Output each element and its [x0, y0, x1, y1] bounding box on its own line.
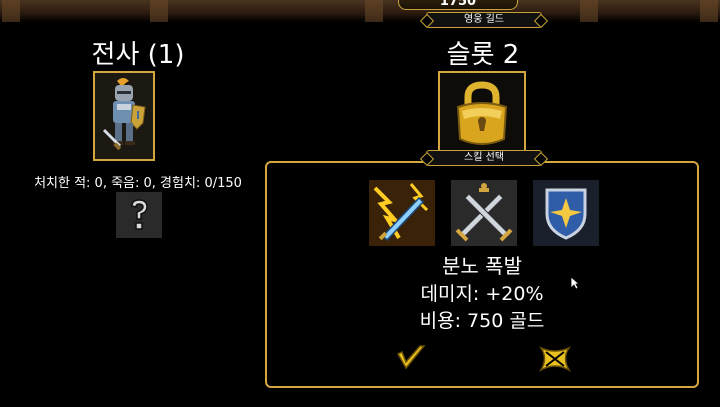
cross-icon: [538, 346, 572, 373]
slot-lock-frame[interactable]: [438, 71, 526, 159]
checkmark-icon: [396, 345, 426, 370]
hero-title: 전사 (1): [91, 40, 185, 70]
skill-select-banner: 스킬 선택: [426, 150, 542, 166]
cancel-button[interactable]: [538, 344, 572, 374]
knight-icon: [95, 73, 153, 159]
skill-crossed-swords[interactable]: [451, 180, 517, 246]
skill-effect: 데미지: +20%: [420, 283, 544, 305]
hero-portrait[interactable]: [93, 71, 155, 161]
padlock-icon: [440, 73, 524, 157]
confirm-button[interactable]: [394, 344, 428, 374]
mouse-cursor-icon: [570, 276, 580, 290]
skill-shield-star[interactable]: [533, 180, 599, 246]
gold-counter: 1750: [398, 0, 518, 10]
question-mark-icon: [131, 199, 148, 230]
skill-rage-burst[interactable]: [369, 180, 435, 246]
guild-banner: 영웅 길드: [426, 12, 542, 28]
crossed-swords-icon: [451, 180, 517, 246]
slot-title: 슬롯 2: [446, 40, 520, 70]
skill-cost: 비용: 750 골드: [419, 310, 545, 332]
rage-burst-sword-icon: [369, 180, 435, 246]
hero-stats: 처치한 적: 0, 죽음: 0, 경험치: 0/150: [34, 176, 242, 191]
shield-star-icon: [533, 180, 599, 246]
top-backdrop: [0, 0, 720, 22]
skill-name: 분노 폭발: [442, 254, 522, 278]
unknown-item-slot[interactable]: [116, 192, 162, 238]
